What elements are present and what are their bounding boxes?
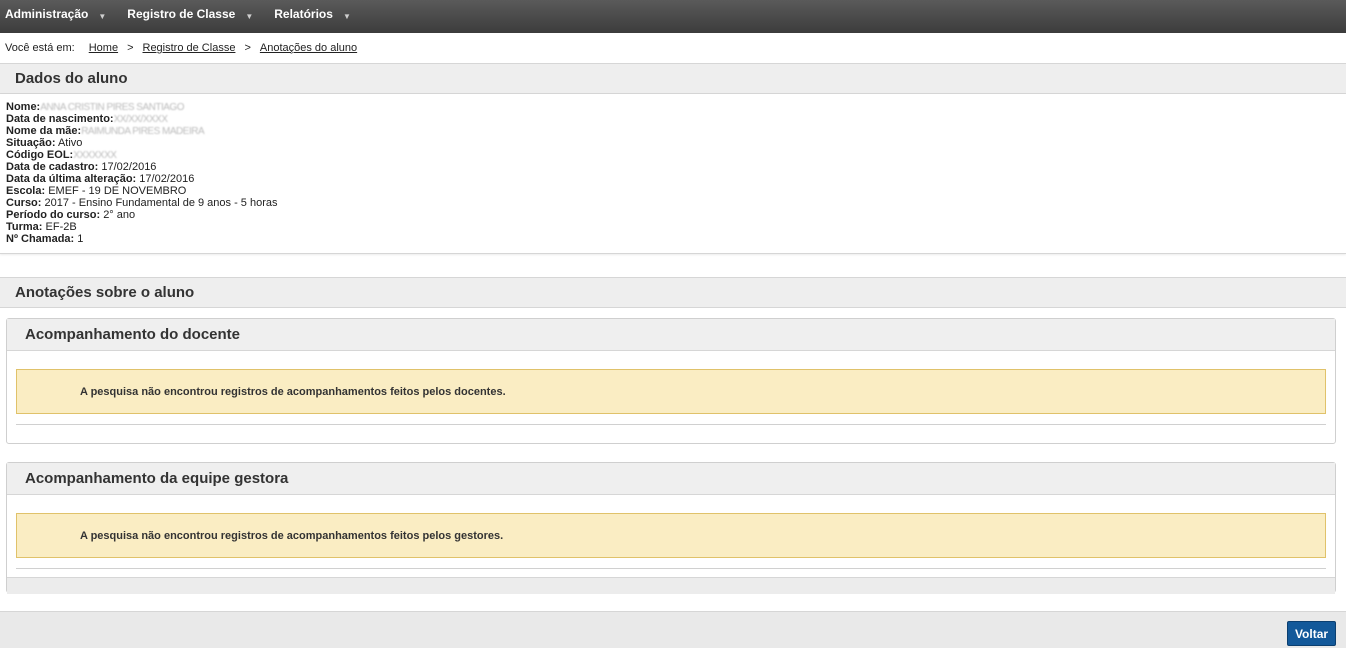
field-label: Nº Chamada: [6,233,75,245]
field-periodo-curso: Período do curso: 2° ano [6,209,1340,221]
menu-registro-de-classe[interactable]: Registro de Classe ▼ [127,6,254,22]
field-turma: Turma: EF-2B [6,221,1340,233]
field-value-redacted: XXXXXXX [73,150,117,161]
field-label: Curso: [6,197,42,209]
field-curso: Curso: 2017 - Ensino Fundamental de 9 an… [6,197,1340,209]
field-value: EMEF - 19 DE NOVEMBRO [48,185,187,197]
field-situacao: Situação: Ativo [6,137,1340,149]
panel-footer [7,577,1335,594]
breadcrumb-home[interactable]: Home [89,42,118,54]
breadcrumb-anotacoes-do-aluno[interactable]: Anotações do aluno [260,42,357,54]
field-value: 2° ano [103,209,136,221]
field-value: 17/02/2016 [101,161,157,173]
divider [16,568,1326,569]
breadcrumb-separator: > [127,42,134,54]
field-value: Ativo [57,137,83,149]
field-numero-chamada: Nº Chamada: 1 [6,233,1340,245]
chevron-down-icon: ▼ [245,12,254,21]
breadcrumb-prefix: Você está em: [5,42,75,54]
field-label: Data de nascimento: [6,113,114,125]
field-label: Nome da mãe: [6,125,82,137]
divider [16,424,1326,425]
field-value-redacted: ANNA CRISTIN PIRES SANTIAGO [40,102,184,113]
anotacoes-header: Anotações sobre o aluno [0,277,1346,308]
chevron-down-icon: ▼ [98,12,107,21]
field-label: Data de cadastro: [6,161,99,173]
page-footer: Voltar [0,611,1346,648]
panel-acompanhamento-gestora: Acompanhamento da equipe gestora A pesqu… [6,462,1336,594]
field-label: Turma: [6,221,43,233]
empty-result-alert: A pesquisa não encontrou registros de ac… [16,513,1326,558]
breadcrumb-registro-de-classe[interactable]: Registro de Classe [143,42,236,54]
field-escola: Escola: EMEF - 19 DE NOVEMBRO [6,185,1340,197]
field-nome: Nome:ANNA CRISTIN PIRES SANTIAGO [6,101,1340,113]
empty-result-alert: A pesquisa não encontrou registros de ac… [16,369,1326,414]
student-info: Nome:ANNA CRISTIN PIRES SANTIAGO Data de… [0,94,1346,254]
breadcrumb-separator: > [244,42,251,54]
panel-title: Acompanhamento da equipe gestora [7,463,1335,495]
menu-relatorios[interactable]: Relatórios ▼ [274,6,351,22]
menu-administracao[interactable]: Administração ▼ [5,6,107,22]
field-codigo-eol: Código EOL:XXXXXXX [6,149,1340,161]
field-label: Data da última alteração: [6,173,137,185]
field-label: Escola: [6,185,46,197]
field-value: 17/02/2016 [139,173,195,185]
field-label: Código EOL: [6,149,74,161]
menu-label: Administração [5,6,89,21]
field-value-redacted: RAIMUNDA PIRES MADEIRA [81,126,205,137]
field-label: Nome: [6,101,41,113]
field-data-nascimento: Data de nascimento:XX/XX/XXXX [6,113,1340,125]
field-label: Período do curso: [6,209,101,221]
field-data-ultima-alteracao: Data da última alteração: 17/02/2016 [6,173,1340,185]
field-value: EF-2B [45,221,77,233]
menu-label: Registro de Classe [127,6,236,21]
panel-title: Acompanhamento do docente [7,319,1335,351]
top-menu-bar: Administração ▼ Registro de Classe ▼ Rel… [0,0,1346,33]
menu-label: Relatórios [274,6,333,21]
chevron-down-icon: ▼ [342,12,351,21]
field-nome-mae: Nome da mãe:RAIMUNDA PIRES MADEIRA [6,125,1340,137]
back-button[interactable]: Voltar [1287,621,1336,646]
field-data-cadastro: Data de cadastro: 17/02/2016 [6,161,1340,173]
field-value-redacted: XX/XX/XXXX [113,114,168,125]
panel-acompanhamento-docente: Acompanhamento do docente A pesquisa não… [6,318,1336,444]
field-value: 2017 - Ensino Fundamental de 9 anos - 5 … [44,197,278,209]
field-value: 1 [77,233,84,245]
breadcrumb: Você está em: Home > Registro de Classe … [0,33,1346,63]
dados-do-aluno-header: Dados do aluno [0,63,1346,94]
field-label: Situação: [6,137,56,149]
